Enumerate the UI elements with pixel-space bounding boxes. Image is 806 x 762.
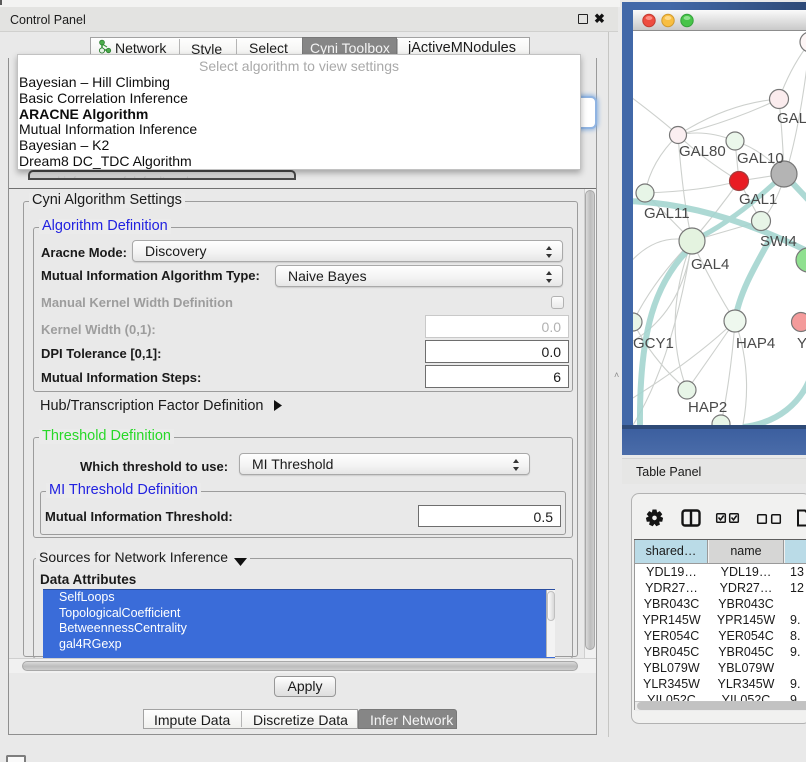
svg-text:HAP4: HAP4 xyxy=(736,335,775,352)
svg-text:GAL7: GAL7 xyxy=(777,110,806,127)
svg-text:GAL80: GAL80 xyxy=(679,143,726,160)
svg-text:SWI4: SWI4 xyxy=(760,233,797,250)
svg-text:YJL: YJL xyxy=(797,335,806,352)
svg-text:GAL4: GAL4 xyxy=(691,256,729,273)
svg-text:GCY1: GCY1 xyxy=(633,335,674,352)
svg-text:GAL10: GAL10 xyxy=(737,150,784,167)
svg-text:HAP2: HAP2 xyxy=(688,399,727,416)
svg-text:GAL11: GAL11 xyxy=(644,205,690,222)
svg-text:GAL1: GAL1 xyxy=(739,191,777,208)
